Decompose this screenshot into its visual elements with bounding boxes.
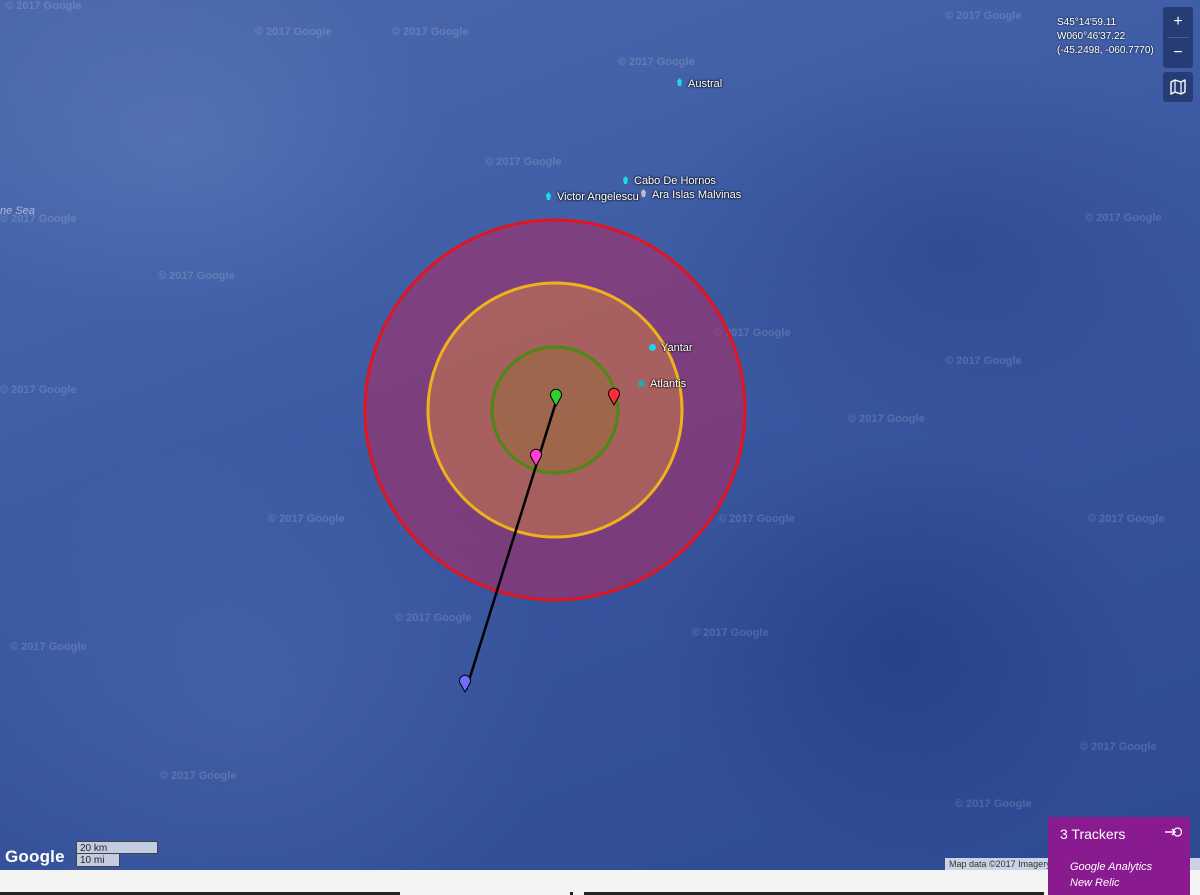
vessel-victor-angelescu-icon[interactable] xyxy=(546,192,551,200)
longitude-dms: W060°46'37.22 xyxy=(1057,31,1126,42)
zoom-controls: + − xyxy=(1163,7,1193,68)
bottom-bar xyxy=(0,870,1200,895)
tracker-item: New Relic xyxy=(1070,877,1120,889)
vessel-label-ara-islas-malvinas[interactable]: Ara Islas Malvinas xyxy=(652,189,741,201)
scale-mi: 10 mi xyxy=(76,854,120,867)
vessel-label-yantar[interactable]: Yantar xyxy=(661,342,693,354)
vessel-label-austral[interactable]: Austral xyxy=(688,78,722,90)
vessel-label-atlantis[interactable]: Atlantis xyxy=(650,378,686,390)
collapse-arrow-icon[interactable] xyxy=(1162,824,1182,840)
zoom-out-button[interactable]: − xyxy=(1163,38,1193,68)
trackers-panel[interactable]: 3 Trackers Google Analytics New Relic xyxy=(1048,817,1190,895)
trackers-title: 3 Trackers xyxy=(1060,826,1126,842)
tracker-item: Google Analytics xyxy=(1070,861,1153,873)
map-canvas[interactable]: © 2017 Google © 2017 Google © 2017 Googl… xyxy=(0,0,1200,870)
map-type-button[interactable] xyxy=(1163,72,1193,102)
zoom-in-button[interactable]: + xyxy=(1163,7,1193,37)
map-layers-icon xyxy=(1170,79,1186,95)
vessel-label-victor-angelescu[interactable]: Victor Angelescu xyxy=(557,191,639,203)
decimal-coordinates: (-45.2498, -060.7770) xyxy=(1057,45,1154,56)
vessel-atlantis-icon[interactable] xyxy=(638,380,645,387)
vessel-ara-islas-malvinas-icon[interactable] xyxy=(641,189,646,197)
latitude-dms: S45°14'59.11 xyxy=(1057,17,1117,28)
vessel-yantar-icon[interactable] xyxy=(649,344,656,351)
map-scale[interactable]: 20 km 10 mi xyxy=(76,841,158,867)
google-logo[interactable]: Google xyxy=(5,847,65,867)
coordinate-readout: S45°14'59.11 W060°46'37.22 (-45.2498, -0… xyxy=(1057,16,1154,58)
vessel-label-cabo-de-hornos[interactable]: Cabo De Hornos xyxy=(634,175,716,187)
vessel-cabo-de-hornos-icon[interactable] xyxy=(623,176,628,184)
inner-range-ring xyxy=(490,345,620,475)
vessel-austral-icon[interactable] xyxy=(677,78,682,86)
tracking-overlay xyxy=(363,218,747,694)
scale-km: 20 km xyxy=(76,841,158,854)
track-start-marker[interactable] xyxy=(459,674,471,694)
